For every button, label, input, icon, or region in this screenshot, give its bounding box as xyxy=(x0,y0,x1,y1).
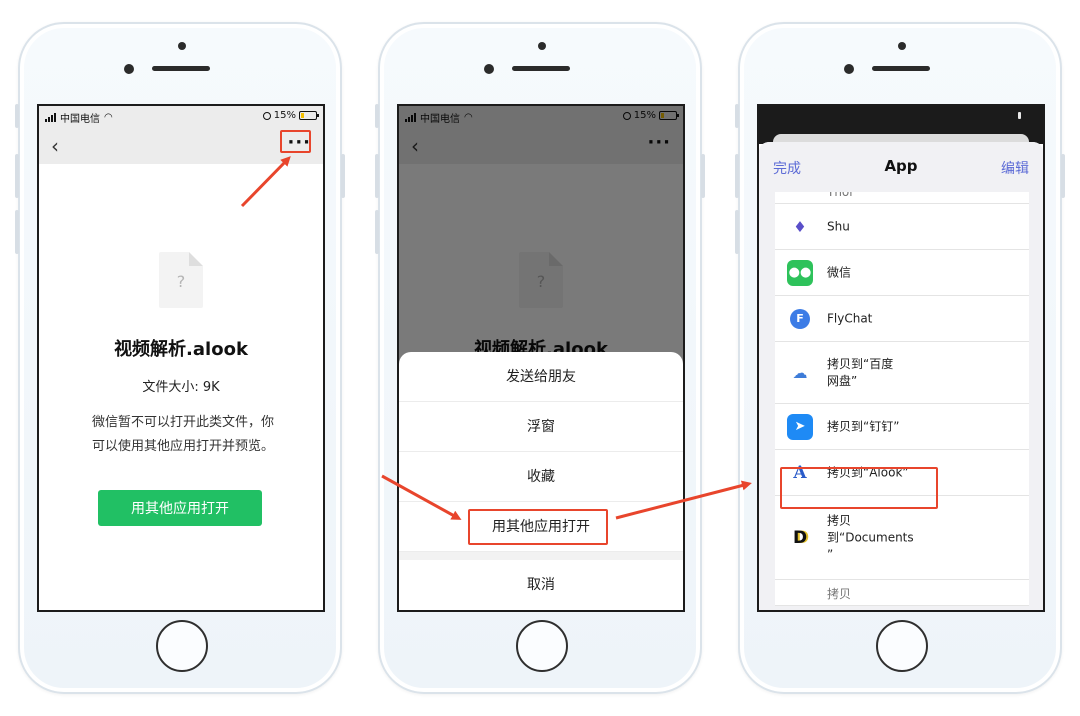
app-row-flychat[interactable]: F FlyChat xyxy=(775,296,1029,342)
camera-icon xyxy=(538,42,546,50)
app-label: 拷贝 xyxy=(827,587,852,601)
screen: 中国电信 ◠ 15% ‹ ··· ? 视频解析.alook 发送给朋友 浮窗 收… xyxy=(397,104,685,612)
front-camera-icon xyxy=(124,64,134,74)
app-label: FlyChat xyxy=(827,311,873,325)
app-row-documents[interactable]: D 拷贝 到“Documents ” xyxy=(775,496,1029,580)
send-to-friend-item[interactable]: 发送给朋友 xyxy=(399,352,683,402)
app-label: Shu xyxy=(827,219,850,233)
documents-icon: D xyxy=(787,524,813,551)
cancel-button[interactable]: 取消 xyxy=(399,560,683,610)
app-label: 拷贝到“钉钉” xyxy=(827,419,900,433)
app-row-wechat[interactable]: ●● 微信 xyxy=(775,250,1029,296)
earpiece-speaker xyxy=(152,66,210,71)
floating-window-item[interactable]: 浮窗 xyxy=(399,402,683,452)
battery-icon xyxy=(299,111,319,120)
phone-frame-3: 完成 App 编辑 Thor ♦ Shu ●● 微信 F FlyChat ☁ 拷… xyxy=(735,22,1065,694)
app-row-partial[interactable]: 拷贝 xyxy=(775,580,1029,606)
alook-icon: A xyxy=(787,459,813,486)
volume-up-button xyxy=(375,154,379,198)
flychat-icon: F xyxy=(787,305,813,332)
power-button xyxy=(341,154,345,198)
app-label: 拷贝到“Alook” xyxy=(827,465,909,479)
app-label: 拷贝 到“Documents ” xyxy=(827,513,914,561)
action-sheet: 发送给朋友 浮窗 收藏 用其他应用打开 取消 xyxy=(399,352,683,610)
app-sheet-header: 完成 App 编辑 xyxy=(759,142,1043,192)
file-name: 视频解析.alook xyxy=(114,339,248,360)
camera-icon xyxy=(178,42,186,50)
question-mark-icon: ? xyxy=(176,272,186,291)
front-camera-icon xyxy=(844,64,854,74)
screen: 完成 App 编辑 Thor ♦ Shu ●● 微信 F FlyChat ☁ 拷… xyxy=(757,104,1045,612)
mute-switch xyxy=(15,104,19,128)
volume-down-button xyxy=(375,210,379,254)
status-bar: 中国电信 ◠ 15% xyxy=(39,106,323,126)
volume-down-button xyxy=(15,210,19,254)
front-camera-icon xyxy=(484,64,494,74)
phone-frame-2: 中国电信 ◠ 15% ‹ ··· ? 视频解析.alook 发送给朋友 浮窗 收… xyxy=(375,22,705,694)
baidu-netdisk-icon: ☁ xyxy=(787,359,813,386)
status-indicator-icon xyxy=(1018,112,1021,119)
shu-icon: ♦ xyxy=(787,213,813,240)
app-label: 拷贝到“百度 网盘” xyxy=(827,356,894,388)
volume-up-button xyxy=(15,154,19,198)
open-with-other-app-item[interactable]: 用其他应用打开 xyxy=(399,502,683,552)
mute-switch xyxy=(735,104,739,128)
file-size: 文件大小: 9K xyxy=(142,380,220,395)
earpiece-speaker xyxy=(512,66,570,71)
screen: 中国电信 ◠ 15% ‹ ··· ? 视频解析.alook 文件大小: 9K 微… xyxy=(37,104,325,612)
signal-icon xyxy=(45,113,56,122)
message-line-1: 微信暂不可以打开此类文件，你 xyxy=(91,415,274,430)
mute-switch xyxy=(375,104,379,128)
home-button[interactable] xyxy=(876,620,928,672)
dingtalk-icon: ➤ xyxy=(787,413,813,440)
earpiece-speaker xyxy=(872,66,930,71)
edit-button[interactable]: 编辑 xyxy=(1001,158,1029,178)
app-list: Thor ♦ Shu ●● 微信 F FlyChat ☁ 拷贝到“百度 网盘” xyxy=(775,178,1029,606)
chevron-left-icon[interactable]: ‹ xyxy=(51,134,59,158)
home-button[interactable] xyxy=(156,620,208,672)
volume-up-button xyxy=(735,154,739,198)
volume-down-button xyxy=(735,210,739,254)
nav-bar: ‹ ··· xyxy=(39,126,323,164)
camera-icon xyxy=(898,42,906,50)
open-with-other-app-button[interactable]: 用其他应用打开 xyxy=(98,490,262,526)
power-button xyxy=(701,154,705,198)
app-row-shu[interactable]: ♦ Shu xyxy=(775,204,1029,250)
power-button xyxy=(1061,154,1065,198)
unknown-file-icon: ? xyxy=(159,252,203,308)
home-button[interactable] xyxy=(516,620,568,672)
app-sheet: 完成 App 编辑 Thor ♦ Shu ●● 微信 F FlyChat ☁ 拷… xyxy=(759,142,1043,610)
app-label: 微信 xyxy=(827,265,852,279)
more-icon[interactable]: ··· xyxy=(287,132,311,153)
app-row-dingtalk[interactable]: ➤ 拷贝到“钉钉” xyxy=(775,404,1029,450)
battery-percent: 15% xyxy=(273,110,296,121)
orientation-lock-icon xyxy=(262,111,271,120)
carrier-label: 中国电信 xyxy=(60,114,100,125)
app-row-alook[interactable]: A 拷贝到“Alook” xyxy=(775,450,1029,496)
favorite-item[interactable]: 收藏 xyxy=(399,452,683,502)
phone-frame-1: 中国电信 ◠ 15% ‹ ··· ? 视频解析.alook 文件大小: 9K 微… xyxy=(15,22,345,694)
unsupported-file-message: 微信暂不可以打开此类文件，你 可以使用其他应用打开并预览。 xyxy=(65,411,301,459)
wifi-icon: ◠ xyxy=(104,112,113,123)
wechat-icon: ●● xyxy=(787,259,813,286)
sheet-divider xyxy=(399,552,683,560)
app-row-baidu-netdisk[interactable]: ☁ 拷贝到“百度 网盘” xyxy=(775,342,1029,404)
message-line-2: 可以使用其他应用打开并预览。 xyxy=(91,439,274,454)
